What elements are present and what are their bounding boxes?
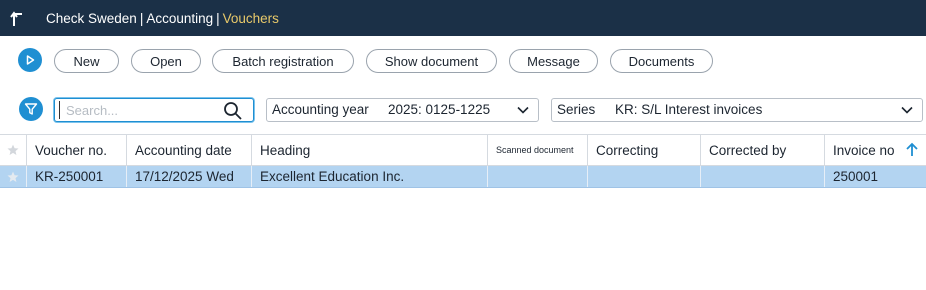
cell-corrected-by [701, 166, 825, 187]
breadcrumb-separator: | [139, 10, 144, 26]
cell-accounting-date: 17/12/2025 Wed [127, 166, 252, 187]
breadcrumb: Check Sweden | Accounting | Vouchers [46, 11, 279, 26]
cell-heading: Excellent Education Inc. [252, 166, 488, 187]
series-value: KR: S/L Interest invoices [615, 102, 763, 117]
cell-voucher-no: KR-250001 [27, 166, 127, 187]
chevron-down-icon [517, 106, 529, 114]
new-button[interactable]: New [54, 49, 119, 73]
accounting-year-label: Accounting year [272, 102, 369, 117]
sort-ascending-icon[interactable] [904, 142, 920, 158]
accounting-year-dropdown[interactable]: Accounting year 2025: 0125-1225 [266, 98, 539, 122]
column-header-voucher-no[interactable]: Voucher no. [27, 135, 127, 165]
column-header-corrected-by[interactable]: Corrected by [701, 135, 825, 165]
favorite-toggle[interactable] [0, 166, 27, 187]
play-icon [26, 55, 35, 65]
column-header-correcting[interactable]: Correcting [588, 135, 701, 165]
cell-correcting [588, 166, 701, 187]
back-button[interactable] [0, 0, 36, 36]
back-arrow-icon [10, 11, 22, 26]
chevron-down-icon [901, 106, 913, 114]
filter-row: Accounting year 2025: 0125-1225 Series K… [0, 84, 926, 132]
filter-button[interactable] [19, 97, 43, 121]
toolbar: New Open Batch registration Show documen… [0, 36, 926, 84]
table-row[interactable]: KR-250001 17/12/2025 Wed Excellent Educa… [0, 166, 926, 188]
open-button[interactable]: Open [131, 49, 201, 73]
search-box [54, 98, 254, 122]
table-header: Voucher no. Accounting date Heading Scan… [0, 134, 926, 166]
breadcrumb-company[interactable]: Check Sweden [46, 11, 137, 26]
search-icon[interactable] [223, 101, 243, 121]
favorite-column-header[interactable] [0, 135, 27, 165]
accounting-year-value: 2025: 0125-1225 [388, 102, 491, 117]
column-header-heading[interactable]: Heading [252, 135, 488, 165]
cell-invoice-no: 250001 [833, 169, 879, 184]
top-bar: Check Sweden | Accounting | Vouchers [0, 0, 926, 36]
cell-scanned-document [488, 166, 588, 187]
column-header-scanned-document[interactable]: Scanned document [488, 135, 588, 165]
run-button[interactable] [18, 48, 42, 72]
breadcrumb-current: Vouchers [222, 10, 279, 26]
column-header-accounting-date[interactable]: Accounting date [127, 135, 252, 165]
column-header-invoice-no-label: Invoice no [833, 142, 895, 158]
star-icon [7, 144, 19, 155]
search-input[interactable] [59, 101, 219, 119]
show-document-button[interactable]: Show document [366, 49, 497, 73]
star-icon [7, 171, 19, 182]
breadcrumb-module[interactable]: Accounting [146, 11, 213, 26]
documents-button[interactable]: Documents [610, 49, 713, 73]
column-header-invoice-no[interactable]: Invoice no [825, 135, 926, 165]
filter-icon [24, 103, 38, 115]
message-button[interactable]: Message [509, 49, 598, 73]
series-dropdown[interactable]: Series KR: S/L Interest invoices [551, 98, 923, 122]
breadcrumb-separator: | [216, 10, 220, 26]
series-label: Series [557, 102, 596, 117]
batch-registration-button[interactable]: Batch registration [212, 49, 354, 73]
